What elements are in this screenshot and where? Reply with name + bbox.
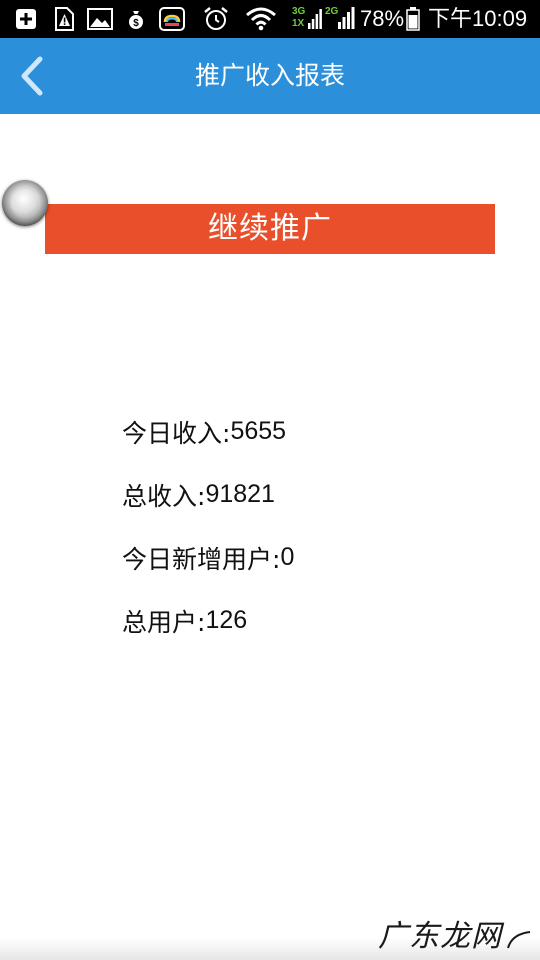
status-time: 下午10:09 (428, 6, 528, 31)
stat-label: 总用户: (122, 607, 206, 637)
floating-assistive-button[interactable] (2, 180, 48, 226)
stat-today-new-users: 今日新增用户: 0 (122, 526, 502, 589)
sim-warning-icon (50, 6, 78, 32)
network-3g-label: 3G (292, 6, 306, 17)
income-stats-list: 今日收入: 5655 总收入: 91821 今日新增用户: 0 总用户: 126 (122, 400, 502, 652)
page-title: 推广收入报表 (194, 61, 345, 90)
stat-value: 91821 (205, 480, 275, 508)
stat-value: 0 (280, 543, 295, 571)
network-2g-label: 2G (325, 6, 339, 17)
site-watermark: 广东龙网 (378, 919, 502, 954)
cloud-app-icon (158, 6, 186, 32)
stat-label: 今日新增用户: (122, 544, 281, 574)
wifi-icon (244, 6, 278, 32)
signal-3g-icon: 3G 1X (290, 6, 322, 32)
gallery-icon (86, 6, 114, 32)
stat-label: 今日收入: (122, 418, 231, 448)
stat-total-users: 总用户: 126 (122, 589, 502, 652)
stat-label: 总收入: (122, 481, 206, 511)
back-button[interactable] (4, 48, 60, 104)
stat-total-income: 总收入: 91821 (122, 463, 502, 526)
stat-value: 5655 (230, 417, 287, 445)
stat-value: 126 (205, 606, 248, 634)
network-1x-label: 1X (292, 18, 305, 29)
watermark-logo (506, 930, 532, 950)
alarm-icon (202, 6, 230, 32)
chevron-left-icon (21, 56, 43, 96)
stat-today-income: 今日收入: 5655 (122, 400, 502, 463)
app-bar: 推广收入报表 (0, 38, 540, 114)
svg-text:$: $ (133, 18, 139, 29)
add-box-icon (12, 6, 40, 32)
battery-icon (405, 6, 421, 32)
signal-2g-icon: 2G (324, 6, 356, 32)
app-screen: $ 3G 1X 2G 78% 下午10:09 推广收入报表 继续推广 今日收入:… (0, 0, 540, 960)
continue-promotion-button[interactable]: 继续推广 (45, 204, 495, 254)
money-bag-icon: $ (126, 6, 146, 32)
battery-percent: 78% (360, 6, 405, 31)
status-bar: $ 3G 1X 2G 78% 下午10:09 (0, 0, 540, 38)
